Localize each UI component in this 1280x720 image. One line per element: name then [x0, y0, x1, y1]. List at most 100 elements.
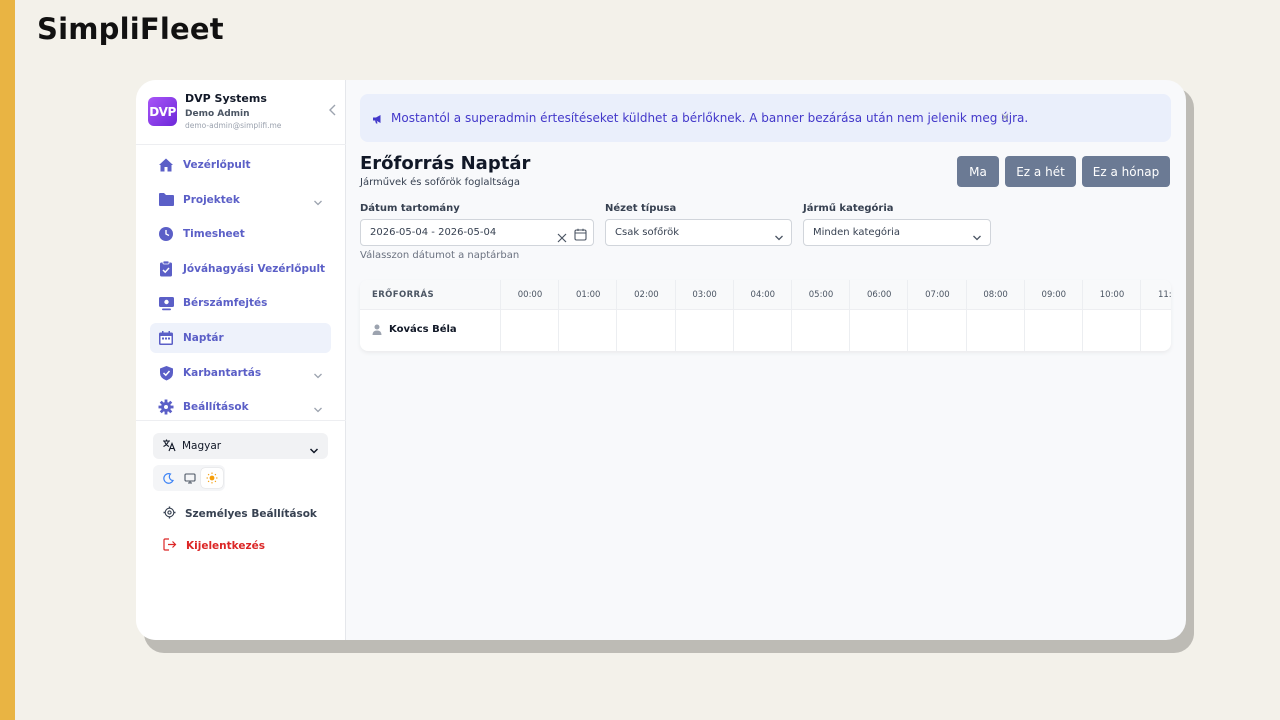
- sidebar-item-timesheet[interactable]: Timesheet: [150, 219, 331, 249]
- hour-label: 10:00: [1099, 290, 1125, 300]
- table-row[interactable]: Kovács Béla: [372, 320, 457, 339]
- clock-icon: [157, 225, 175, 243]
- hour-label: 05:00: [808, 290, 834, 300]
- this-month-button[interactable]: Ez a hónap: [1082, 156, 1170, 187]
- view-type-value: Csak sofőrök: [615, 227, 680, 238]
- sidebar-item-label: Jóváhagyási Vezérlőpult: [183, 262, 326, 275]
- chevron-down-icon: [972, 228, 982, 247]
- sidebar-item-label: Bérszámfejtés: [183, 297, 268, 310]
- app-brand-title: SimpliFleet: [37, 12, 224, 46]
- hour-column: 11:00: [1140, 280, 1171, 351]
- sidebar-item-beallitasok[interactable]: Beállítások: [150, 392, 331, 422]
- sidebar-item-label: Projektek: [183, 193, 240, 206]
- language-select[interactable]: Magyar: [153, 433, 328, 459]
- shield-check-icon: [157, 364, 175, 382]
- hour-column: 07:00: [907, 280, 965, 351]
- logout-link[interactable]: Kijelentkezés: [163, 536, 265, 555]
- vehicle-category-label: Jármű kategória: [803, 203, 894, 214]
- sidebar-item-label: Vezérlőpult: [183, 159, 251, 171]
- sidebar-item-label: Karbantartás: [183, 366, 262, 379]
- sidebar: DVP DVP Systems Demo Admin demo-admin@si…: [136, 80, 346, 640]
- org-role: Demo Admin: [185, 109, 250, 119]
- resource-column-header: ERŐFORRÁS: [372, 290, 435, 300]
- left-accent-strip: [0, 0, 15, 720]
- dark-mode-icon[interactable]: [157, 468, 179, 488]
- hour-label: 01:00: [575, 290, 601, 300]
- hour-label: 08:00: [983, 290, 1008, 300]
- folder-icon: [157, 191, 175, 209]
- hour-label: 07:00: [925, 290, 950, 300]
- org-switcher[interactable]: DVP DVP Systems Demo Admin demo-admin@si…: [148, 92, 336, 132]
- clear-icon[interactable]: [557, 228, 567, 247]
- resource-calendar: ERŐFORRÁS 00:00 01:00 02:00 03:00 04:00 05:00…: [360, 280, 1171, 351]
- language-label: Magyar: [182, 440, 222, 452]
- org-email: demo-admin@simplifi.me: [185, 121, 282, 130]
- user-icon: [372, 320, 382, 339]
- date-range-value: 2026-05-04 - 2026-05-04: [370, 227, 497, 238]
- clipboard-check-icon: [157, 260, 175, 278]
- chevron-down-icon: [313, 366, 323, 385]
- org-name: DVP Systems: [185, 92, 267, 105]
- hour-column: 06:00: [849, 280, 907, 351]
- sidebar-item-naptar[interactable]: Naptár: [150, 322, 331, 353]
- chevron-down-icon: [313, 193, 323, 212]
- org-logo: DVP: [148, 97, 177, 126]
- close-icon[interactable]: ×: [1000, 110, 1010, 124]
- sidebar-divider: [136, 144, 346, 145]
- app-window: DVP DVP Systems Demo Admin demo-admin@si…: [136, 80, 1186, 640]
- sidebar-item-jovahagyasi-vezerlopult[interactable]: Jóváhagyási Vezérlőpult: [150, 254, 331, 284]
- hour-label: 09:00: [1041, 290, 1067, 300]
- hour-column: 03:00: [674, 280, 733, 351]
- today-button[interactable]: Ma: [957, 156, 999, 187]
- date-range-label: Dátum tartomány: [360, 203, 460, 214]
- calendar-icon: [157, 329, 175, 347]
- personal-settings-label: Személyes Beállítások: [185, 507, 317, 520]
- hour-column: 05:00: [791, 280, 849, 351]
- resource-name: Kovács Béla: [389, 324, 457, 335]
- date-range-hint: Válasszon dátumot a naptárban: [360, 250, 520, 261]
- calendar-picker-icon[interactable]: [574, 226, 587, 245]
- sidebar-item-label: Timesheet: [183, 228, 245, 241]
- hour-column: 09:00: [1023, 280, 1082, 351]
- theme-switcher: [153, 465, 225, 491]
- vehicle-category-select[interactable]: Minden kategória: [803, 219, 991, 246]
- hour-label: 04:00: [750, 290, 776, 300]
- date-range-input[interactable]: 2026-05-04 - 2026-05-04: [360, 219, 594, 246]
- hour-column: 04:00: [732, 280, 791, 351]
- gear-icon: [157, 398, 175, 416]
- hour-label: 06:00: [866, 290, 892, 300]
- view-type-label: Nézet típusa: [605, 203, 677, 214]
- hour-label: 03:00: [692, 290, 717, 300]
- gear-outline-icon: [163, 504, 176, 523]
- hour-label: 00:00: [517, 290, 543, 300]
- chevron-down-icon: [309, 441, 319, 460]
- vehicle-category-value: Minden kategória: [813, 227, 901, 238]
- hour-column: 10:00: [1082, 280, 1140, 351]
- sidebar-item-label: Beállítások: [183, 401, 249, 414]
- info-banner: Mostantól a superadmin értesítéseket kül…: [360, 94, 1171, 142]
- logout-label: Kijelentkezés: [186, 539, 265, 552]
- hour-column: 08:00: [965, 280, 1024, 351]
- collapse-sidebar-icon[interactable]: [328, 104, 338, 120]
- hour-column: 01:00: [558, 280, 616, 351]
- hour-column: 00:00: [500, 280, 558, 351]
- chevron-down-icon: [774, 228, 784, 247]
- sidebar-nav: Vezérlőpult Projektek Timesheet Jóváhagy…: [150, 150, 331, 427]
- sidebar-item-karbantartas[interactable]: Karbantartás: [150, 358, 331, 388]
- main-content: Mostantól a superadmin értesítéseket kül…: [346, 80, 1186, 640]
- sidebar-item-label: Naptár: [183, 331, 224, 344]
- banner-message: Mostantól a superadmin értesítéseket kül…: [391, 111, 1029, 125]
- sidebar-item-berszamfejtes[interactable]: Bérszámfejtés: [150, 288, 331, 318]
- home-icon: [157, 156, 175, 174]
- sidebar-item-vezerlopult[interactable]: Vezérlőpult: [150, 150, 331, 180]
- light-mode-icon[interactable]: [201, 468, 223, 488]
- hour-label: 02:00: [634, 290, 659, 300]
- page-title: Erőforrás Naptár: [360, 153, 531, 174]
- sidebar-item-projektek[interactable]: Projektek: [150, 185, 331, 215]
- this-week-button[interactable]: Ez a hét: [1005, 156, 1076, 187]
- system-mode-icon[interactable]: [179, 468, 201, 488]
- hour-column: 02:00: [616, 280, 674, 351]
- chevron-down-icon: [313, 400, 323, 419]
- view-type-select[interactable]: Csak sofőrök: [605, 219, 792, 246]
- personal-settings-link[interactable]: Személyes Beállítások: [163, 504, 317, 523]
